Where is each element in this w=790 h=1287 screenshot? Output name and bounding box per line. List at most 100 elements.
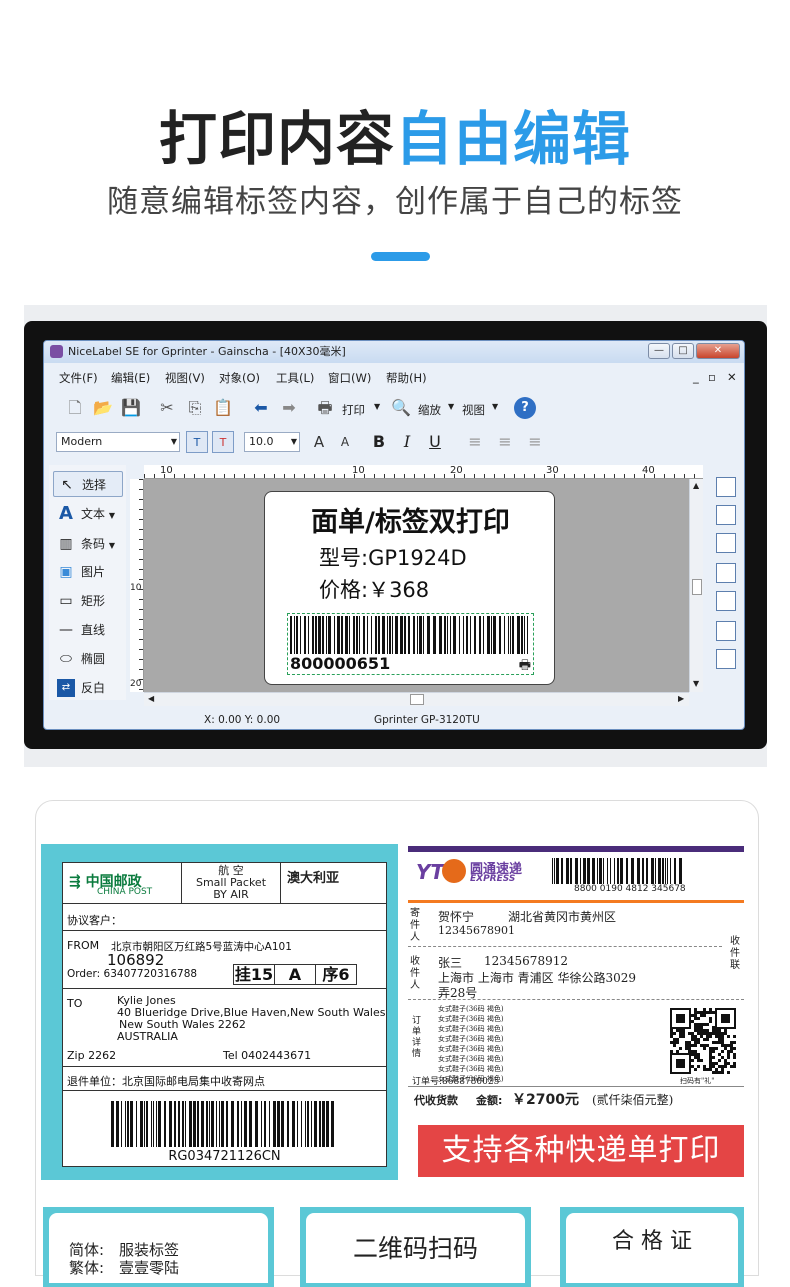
align-panel xyxy=(710,465,742,700)
view-button-label[interactable]: 视图 xyxy=(462,402,485,418)
label-model[interactable]: 型号:GP1924D xyxy=(319,542,467,572)
menu-edit[interactable]: 编辑(E) xyxy=(111,370,150,386)
stub-label: 收件联 xyxy=(730,936,740,971)
scroll-thumb[interactable] xyxy=(692,579,702,595)
save-icon[interactable]: 💾 xyxy=(120,397,142,419)
menu-tools[interactable]: 工具(L) xyxy=(276,370,314,386)
tool-picture[interactable]: ▣ 图片 xyxy=(53,559,123,585)
yto-orange-rule xyxy=(408,900,744,903)
inverse-icon: ⇄ xyxy=(57,679,75,697)
align-left-icon[interactable]: ≡ xyxy=(464,431,486,453)
print-dropdown-icon[interactable]: ▼ xyxy=(374,402,380,411)
menu-object[interactable]: 对象(O) xyxy=(219,370,260,386)
font-size-value: 10.0 xyxy=(249,435,274,448)
menu-help[interactable]: 帮助(H) xyxy=(386,370,427,386)
cut-icon[interactable]: ✂ xyxy=(156,397,178,419)
open-folder-icon[interactable]: 📂 xyxy=(92,397,114,419)
qr-code xyxy=(670,1008,736,1074)
maximize-button[interactable]: □ xyxy=(672,343,694,359)
copy-icon[interactable]: ⎘ xyxy=(184,397,206,419)
zoom-icon[interactable]: 🔍 xyxy=(390,397,412,419)
redo-icon[interactable]: ➡ xyxy=(278,397,300,419)
label-preview[interactable]: 面单/标签双打印 型号:GP1924D 价格:￥368 800000651 🖶 xyxy=(264,491,555,685)
vertical-scrollbar[interactable]: ▲ ▼ xyxy=(689,479,703,692)
doc-restore-button[interactable]: ▫ xyxy=(708,370,716,384)
from-label: FROM xyxy=(67,939,100,952)
order-item: 女式鞋子(36码 褐色) xyxy=(438,1035,504,1043)
align-center-icon[interactable]: ≡ xyxy=(494,431,516,453)
font-name-select[interactable]: Modern ▼ xyxy=(56,432,180,452)
menu-bar: 文件(F) 编辑(E) 视图(V) 对象(O) 工具(L) 窗口(W) 帮助(H… xyxy=(44,365,744,387)
menu-window[interactable]: 窗口(W) xyxy=(328,370,371,386)
align-right-icon[interactable] xyxy=(716,533,736,553)
menu-file[interactable]: 文件(F) xyxy=(59,370,98,386)
tool-label: 选择 xyxy=(82,478,107,492)
bold-icon[interactable]: B xyxy=(368,431,390,453)
tool-rectangle[interactable]: ▭ 矩形 xyxy=(53,588,123,614)
zoom-dropdown-icon[interactable]: ▼ xyxy=(448,402,454,411)
app-icon xyxy=(50,345,63,358)
minimize-button[interactable]: — xyxy=(648,343,670,359)
tool-ellipse[interactable]: ⬭ 椭圆 xyxy=(53,646,123,672)
order-number: Order: 63407720316788 xyxy=(67,968,198,980)
tool-label: 图片 xyxy=(81,565,106,579)
align-top-left-icon[interactable] xyxy=(716,477,736,497)
chevron-down-icon: ▼ xyxy=(290,437,297,446)
paste-icon[interactable]: 📋 xyxy=(212,397,234,419)
zoom-button-label[interactable]: 缩放 xyxy=(418,402,441,418)
print-button-label[interactable]: 打印 xyxy=(342,402,365,418)
label-title[interactable]: 面单/标签双打印 xyxy=(265,500,556,539)
divider xyxy=(408,999,744,1000)
help-icon[interactable]: ? xyxy=(514,397,536,419)
print-icon[interactable]: 🖶 xyxy=(314,397,336,419)
align-top-icon[interactable] xyxy=(716,563,736,583)
tool-inverse[interactable]: ⇄ 反白 xyxy=(53,675,123,701)
underline-icon[interactable]: U xyxy=(424,431,446,453)
tool-text[interactable]: A 文本 ▼ xyxy=(53,501,123,527)
doc-minimize-button[interactable]: _ xyxy=(693,370,699,384)
tool-line[interactable]: — 直线 xyxy=(53,617,123,643)
text-style-icon[interactable]: T xyxy=(186,431,208,453)
tool-select[interactable]: ↖ 选择 xyxy=(53,471,123,497)
scroll-up-icon[interactable]: ▲ xyxy=(693,481,699,490)
horizontal-scrollbar[interactable]: ◀ ▶ xyxy=(144,692,689,706)
doc-close-button[interactable]: ✕ xyxy=(727,370,737,384)
customer-row: 协议客户： xyxy=(63,903,386,930)
align-right-icon[interactable]: ≡ xyxy=(524,431,546,453)
grow-font-icon[interactable]: A xyxy=(308,431,330,453)
distribute-icon[interactable] xyxy=(716,649,736,669)
order-item: 女式鞋子(36码 褐色) xyxy=(438,1005,504,1013)
china-post-label: ⇶ 中国邮政 CHINA POST 航 空 Small Packet BY AI… xyxy=(62,862,387,1167)
align-center-h-icon[interactable] xyxy=(716,505,736,525)
close-button[interactable]: ✕ xyxy=(696,343,740,359)
order-item: 女式鞋子(36码 褐色) xyxy=(438,1055,504,1063)
new-file-icon[interactable]: 🗋 xyxy=(64,397,86,419)
label-barcode[interactable]: 800000651 🖶 xyxy=(287,613,534,675)
align-middle-icon[interactable] xyxy=(716,591,736,611)
font-size-select[interactable]: 10.0 ▼ xyxy=(244,432,300,452)
cod-label: 代收货款 xyxy=(414,1094,458,1107)
status-coordinates: X: 0.00 Y: 0.00 xyxy=(204,714,281,726)
scroll-down-icon[interactable]: ▼ xyxy=(693,679,699,688)
scroll-left-icon[interactable]: ◀ xyxy=(148,694,154,703)
yto-barcode-number: 8800 0190 4812 345678 xyxy=(574,884,686,894)
undo-icon[interactable]: ⬅ xyxy=(250,397,272,419)
label-price[interactable]: 价格:￥368 xyxy=(319,574,429,604)
menu-view[interactable]: 视图(V) xyxy=(165,370,205,386)
traditional-value: 壹壹零陆 xyxy=(119,1259,180,1277)
italic-icon[interactable]: I xyxy=(396,431,418,453)
scroll-thumb[interactable] xyxy=(410,694,424,705)
tracking-barcode xyxy=(111,1101,334,1147)
tracking-number: RG034721126CN xyxy=(168,1149,281,1164)
shrink-font-icon[interactable]: A xyxy=(334,431,356,453)
align-bottom-icon[interactable] xyxy=(716,621,736,641)
scroll-right-icon[interactable]: ▶ xyxy=(678,694,684,703)
china-post-logo-icon: ⇶ xyxy=(69,874,81,890)
picture-icon: ▣ xyxy=(59,564,73,580)
order-item: 女式鞋子(36码 褐色) xyxy=(438,1015,504,1023)
text-print-icon[interactable]: T xyxy=(212,431,234,453)
view-dropdown-icon[interactable]: ▼ xyxy=(492,402,498,411)
tool-barcode[interactable]: ▥ 条码 ▼ xyxy=(53,531,123,557)
tracking-row: RG034721126CN xyxy=(63,1090,386,1166)
divider xyxy=(408,946,722,947)
